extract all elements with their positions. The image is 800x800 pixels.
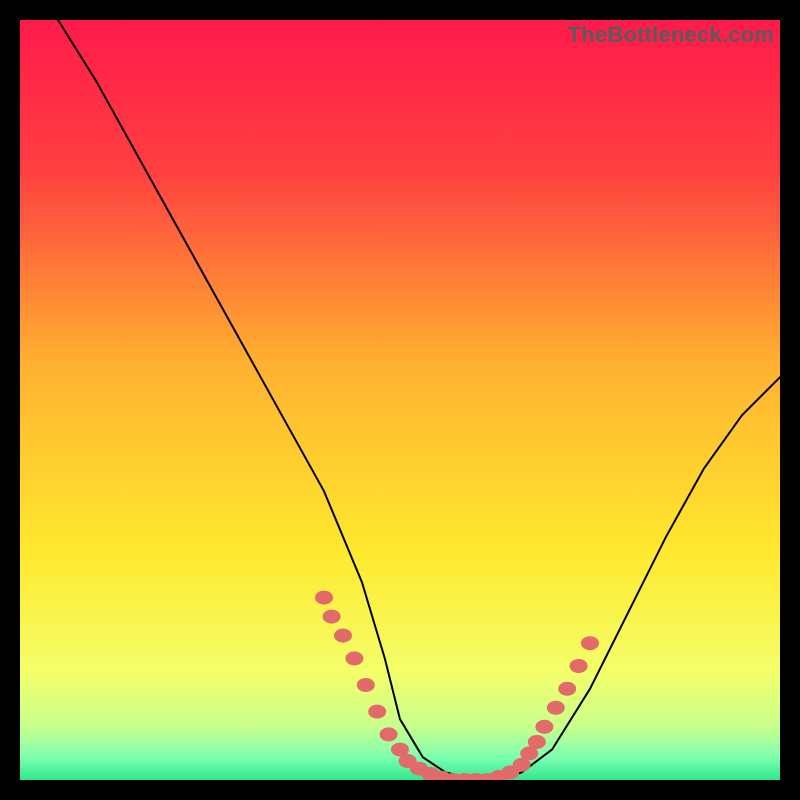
data-marker [528, 735, 546, 749]
data-marker [501, 765, 519, 779]
data-marker [581, 636, 599, 650]
data-marker [315, 591, 333, 605]
data-marker [570, 659, 588, 673]
watermark-text: TheBottleneck.com [568, 22, 774, 48]
data-marker [368, 705, 386, 719]
chart-frame: TheBottleneck.com [20, 20, 780, 780]
data-marker [535, 720, 553, 734]
data-marker [380, 727, 398, 741]
data-marker [345, 651, 363, 665]
chart-background [20, 20, 780, 780]
chart-svg [20, 20, 780, 780]
data-marker [547, 701, 565, 715]
data-marker [323, 610, 341, 624]
data-marker [334, 629, 352, 643]
data-marker [558, 682, 576, 696]
data-marker [357, 678, 375, 692]
